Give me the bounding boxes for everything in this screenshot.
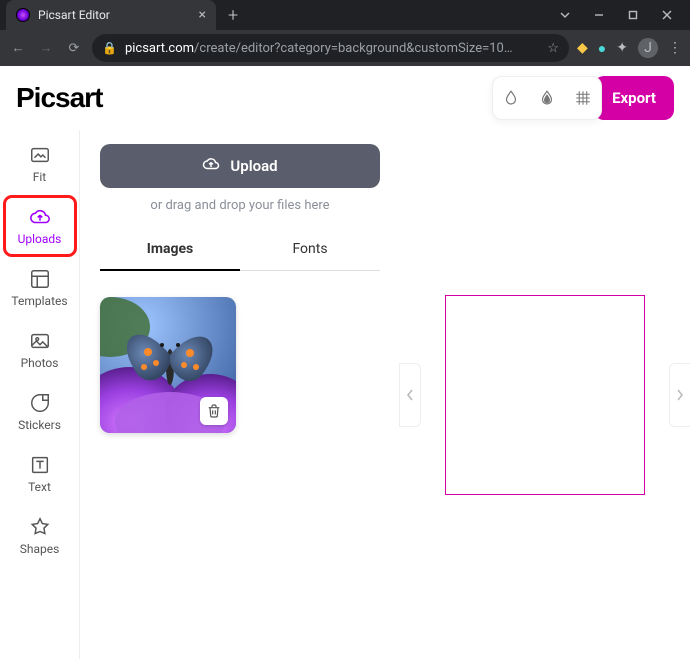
- export-button-label: Export: [612, 89, 656, 107]
- text-icon: [29, 454, 51, 476]
- rail-item-stickers[interactable]: Stickers: [6, 384, 74, 440]
- bookmark-star-icon[interactable]: ☆: [547, 41, 559, 56]
- rail-item-templates[interactable]: Templates: [6, 260, 74, 316]
- upload-button[interactable]: Upload: [100, 144, 380, 188]
- window-minimize-button[interactable]: [582, 9, 616, 21]
- templates-icon: [29, 268, 51, 290]
- shapes-star-icon: [29, 516, 51, 538]
- extension-icon-2[interactable]: ●: [598, 40, 606, 57]
- window-close-button[interactable]: [650, 9, 684, 21]
- rail-item-uploads[interactable]: Uploads: [6, 198, 74, 254]
- rail-item-label: Text: [28, 480, 51, 494]
- rail-item-text[interactable]: Text: [6, 446, 74, 502]
- subtab-fonts[interactable]: Fonts: [240, 229, 380, 271]
- chevron-left-icon: [406, 389, 414, 401]
- subtab-label: Fonts: [292, 241, 327, 257]
- tab-title: Picsart Editor: [38, 8, 191, 22]
- uploads-panel: Upload or drag and drop your files here …: [80, 130, 400, 659]
- browser-tab[interactable]: Picsart Editor ×: [6, 0, 216, 30]
- fit-icon: [29, 144, 51, 166]
- rail-item-label: Photos: [21, 356, 59, 370]
- trash-icon: [206, 403, 222, 419]
- rail-item-label: Uploads: [18, 232, 62, 246]
- nav-reload-button[interactable]: ⟳: [64, 41, 84, 56]
- upload-icon: [202, 155, 220, 177]
- texture-grid-icon[interactable]: [565, 76, 601, 120]
- panel-collapse-right-button[interactable]: [669, 363, 690, 427]
- stickers-icon: [29, 392, 51, 414]
- extensions-puzzle-icon[interactable]: ✦: [616, 40, 628, 56]
- droplet-filled-icon[interactable]: [529, 76, 565, 120]
- uploads-subtabs: Images Fonts: [100, 229, 380, 271]
- export-button[interactable]: Export: [594, 76, 674, 120]
- subtab-images[interactable]: Images: [100, 229, 240, 271]
- chevron-right-icon: [676, 389, 684, 401]
- photos-icon: [29, 330, 51, 352]
- window-maximize-button[interactable]: [616, 9, 650, 21]
- chrome-menu-icon[interactable]: ⋮: [668, 40, 682, 56]
- rail-item-shapes[interactable]: Shapes: [6, 508, 74, 564]
- window-dropdown-button[interactable]: [548, 9, 582, 21]
- rail-item-fit[interactable]: Fit: [6, 136, 74, 192]
- left-rail: Fit Uploads Templates Photos: [0, 130, 80, 659]
- nav-forward-button[interactable]: →: [36, 40, 56, 56]
- address-url: picsart.com/create/editor?category=backg…: [125, 41, 539, 56]
- upload-cloud-icon: [29, 206, 51, 228]
- panel-collapse-left-button[interactable]: [399, 363, 421, 427]
- drag-drop-hint: or drag and drop your files here: [100, 198, 380, 213]
- artboard[interactable]: [446, 296, 644, 494]
- delete-thumbnail-button[interactable]: [200, 397, 228, 425]
- app-logo[interactable]: Picsart: [16, 82, 102, 114]
- rail-item-photos[interactable]: Photos: [6, 322, 74, 378]
- rail-item-label: Stickers: [18, 418, 61, 432]
- droplet-outline-icon[interactable]: [493, 76, 529, 120]
- close-icon[interactable]: ×: [199, 7, 206, 23]
- rail-item-label: Templates: [11, 294, 67, 308]
- address-bar[interactable]: 🔒 picsart.com/create/editor?category=bac…: [92, 34, 569, 62]
- extension-icon-1[interactable]: ◆: [577, 40, 588, 56]
- subtab-label: Images: [147, 241, 193, 257]
- upload-button-label: Upload: [230, 157, 277, 175]
- rail-item-label: Shapes: [20, 542, 60, 556]
- profile-avatar[interactable]: J: [638, 38, 658, 58]
- rail-item-label: Fit: [33, 170, 46, 184]
- nav-back-button[interactable]: ←: [8, 40, 28, 56]
- canvas-area: [400, 130, 690, 659]
- uploaded-thumbnail[interactable]: [100, 297, 236, 433]
- tab-favicon: [16, 8, 30, 22]
- new-tab-button[interactable]: +: [228, 5, 238, 26]
- top-tool-group: [492, 76, 602, 120]
- lock-icon: 🔒: [102, 41, 117, 55]
